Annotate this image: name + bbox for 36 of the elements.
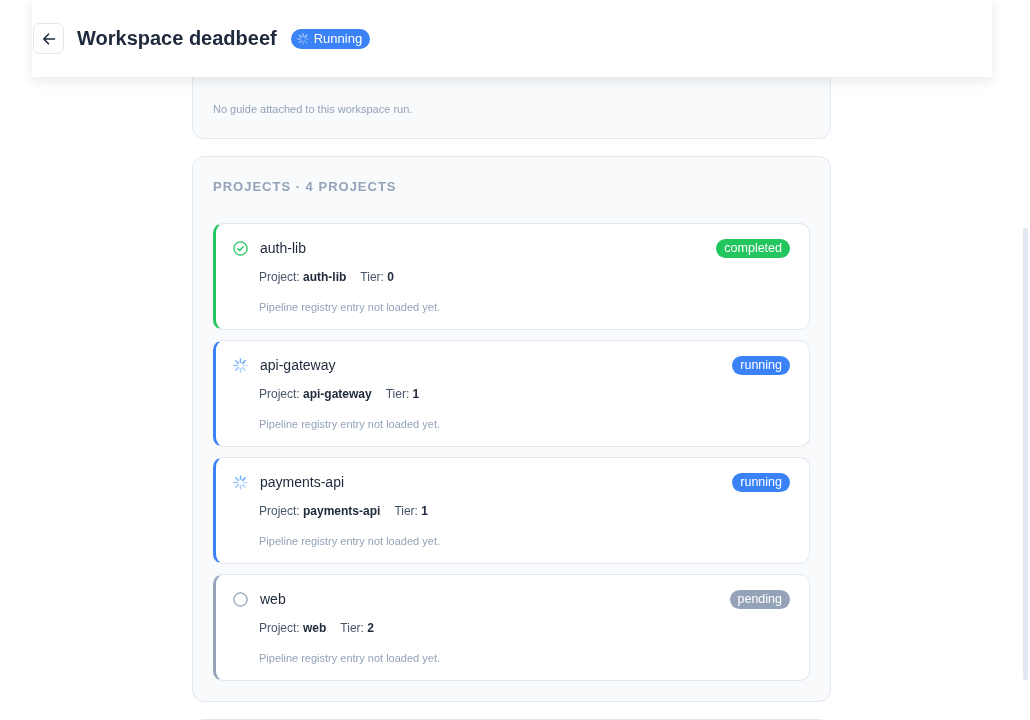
tier-label: Tier: 1 (394, 504, 428, 518)
project-card[interactable]: api-gateway running Project: api-gateway Tier: 1 Pipeline registry entry not loaded yet. (213, 340, 810, 447)
tier-label: Tier: 2 (340, 621, 374, 635)
project-label: Project: payments-api (259, 504, 381, 518)
registry-note: Pipeline registry entry not loaded yet. (259, 534, 441, 549)
back-button[interactable] (33, 23, 64, 54)
project-name: auth-lib (260, 240, 306, 256)
status-badge: pending (729, 589, 790, 609)
registry-note: Pipeline registry entry not loaded yet. (259, 651, 441, 666)
tier-label: Tier: 0 (360, 270, 394, 284)
arrow-left-icon (41, 31, 56, 46)
registry-note: Pipeline registry entry not loaded yet. (259, 417, 441, 432)
check-circle-icon (233, 240, 248, 256)
project-card[interactable]: payments-api running Project: payments-api Tier: 1 Pipeline registry entry not loaded yet. (213, 457, 810, 564)
projects-heading: PROJECTS · 4 PROJECTS (213, 178, 398, 196)
tier-label: Tier: 1 (385, 387, 420, 401)
status-badge: completed (716, 238, 790, 258)
project-label: Project: auth-lib (259, 270, 347, 284)
project-label: Project: web (259, 621, 327, 635)
project-card[interactable]: web pending Project: web Tier: 2 Pipeline registry entry not loaded yet. (213, 574, 810, 681)
guide-note: No guide attached to this workspace run. (213, 102, 414, 117)
scrollbar[interactable] (1023, 228, 1028, 680)
registry-note: Pipeline registry entry not loaded yet. (259, 300, 441, 315)
status-text: Running (313, 31, 363, 46)
project-name: api-gateway (260, 357, 336, 373)
spinner-icon (296, 32, 309, 45)
empty-circle-icon (233, 591, 248, 607)
project-card[interactable]: auth-lib completed Project: auth-lib Tier: 0 Pipeline registry entry not loaded yet. (213, 223, 810, 330)
status-badge: running (732, 355, 790, 375)
spinner-icon (233, 357, 248, 373)
spinner-icon (233, 474, 248, 490)
status-badge: running (732, 472, 790, 492)
project-name: web (260, 591, 286, 607)
project-label: Project: api-gateway (259, 387, 372, 401)
workspace-title: Workspace deadbeef (77, 27, 277, 50)
project-name: payments-api (260, 474, 345, 490)
